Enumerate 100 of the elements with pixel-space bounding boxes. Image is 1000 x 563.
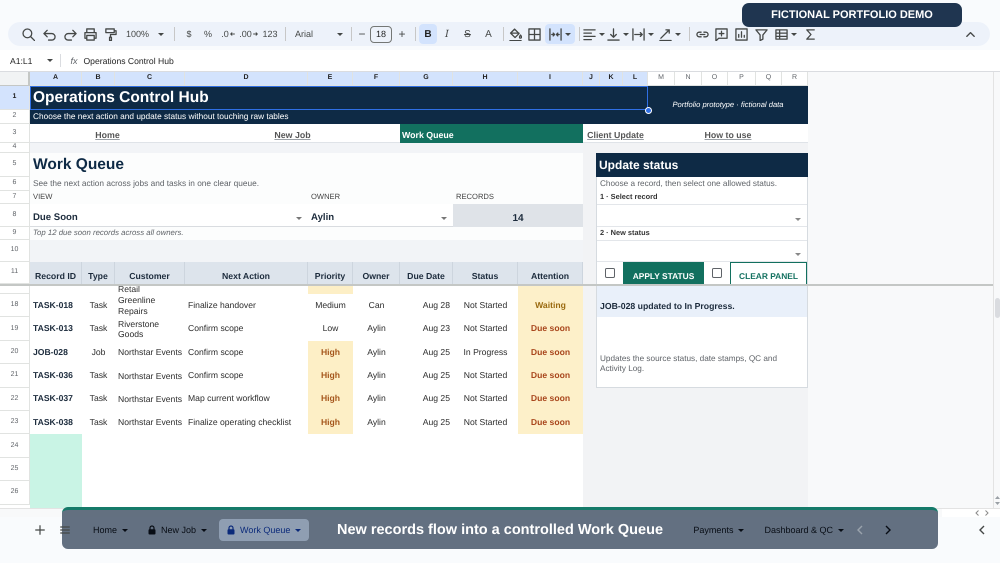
caret-icon xyxy=(795,253,801,256)
panel-note: Updates the source status, date stamps, QC and Activity Log. xyxy=(600,354,778,375)
nav-link[interactable]: How to use xyxy=(704,130,752,140)
status-message: JOB-028 updated to In Progress. xyxy=(597,284,807,318)
caret-icon xyxy=(648,32,654,36)
align-left-icon[interactable] xyxy=(583,28,596,40)
decrease-font-size-button[interactable]: − xyxy=(355,24,369,44)
vertical-scrollbar[interactable] xyxy=(993,72,1000,508)
caret-icon xyxy=(795,218,801,221)
italic-button[interactable]: I xyxy=(437,24,457,44)
increase-decimal-button[interactable]: .00 xyxy=(238,24,259,44)
table-cell: High xyxy=(308,410,353,434)
decrease-decimal-button[interactable]: .0 xyxy=(218,24,238,44)
nav-link[interactable]: Work Queue xyxy=(400,124,583,143)
caret-icon xyxy=(791,32,797,36)
panel-title: Update status xyxy=(596,153,808,177)
sigma-icon[interactable] xyxy=(804,28,816,40)
clear-panel-button[interactable]: CLEAR PANEL xyxy=(730,262,807,284)
sheet-tab[interactable]: New Job xyxy=(140,519,216,542)
number-format-button[interactable]: 123 xyxy=(259,24,281,44)
merge-cells-button[interactable] xyxy=(545,24,575,44)
table-cell: Due soon xyxy=(518,340,583,364)
caret-icon xyxy=(675,32,681,36)
table-header-cell: Due Date xyxy=(400,262,453,284)
chart-icon[interactable] xyxy=(734,28,748,40)
grid-icon[interactable] xyxy=(528,28,540,40)
checkbox[interactable] xyxy=(712,268,722,278)
sheet-tab[interactable]: Dashboard & QC xyxy=(756,519,852,542)
align-bottom-icon[interactable] xyxy=(606,28,620,40)
sheet-subtitle: Choose the next action and update status without touching raw tables xyxy=(33,112,289,122)
menu-icon[interactable] xyxy=(59,524,71,536)
text-color-button[interactable]: A xyxy=(478,24,499,44)
table-cell: Waiting xyxy=(518,294,583,318)
redo-icon[interactable] xyxy=(64,28,76,40)
table-cell: High xyxy=(308,340,353,364)
undo-icon[interactable] xyxy=(42,28,56,40)
print-icon[interactable] xyxy=(84,28,97,40)
horizontal-scrollbar[interactable] xyxy=(942,508,1000,517)
demo-badge: FICTIONAL PORTFOLIO DEMO xyxy=(742,3,962,27)
caret-icon xyxy=(158,32,164,36)
chevron-left-icon[interactable] xyxy=(979,525,985,536)
caret-icon xyxy=(622,32,628,36)
caret-icon xyxy=(738,528,744,532)
cell-range-field[interactable]: A1:L1 xyxy=(10,56,32,66)
caret-icon xyxy=(295,528,302,532)
font-size-field[interactable]: 18 xyxy=(370,26,392,42)
formula-field[interactable]: Operations Control Hub xyxy=(83,50,1000,71)
plus-icon[interactable] xyxy=(34,524,46,536)
caret-icon xyxy=(337,32,343,36)
arrow-to-bar-icon[interactable] xyxy=(632,28,644,40)
strikethrough-button[interactable]: S xyxy=(457,24,478,44)
table-header-cell: Customer xyxy=(115,262,185,284)
nav-link[interactable]: Home xyxy=(95,130,120,140)
checkbox[interactable] xyxy=(605,268,615,278)
caret-icon xyxy=(441,217,447,220)
table-header-cell: Priority xyxy=(308,262,353,284)
table-cell: Due soon xyxy=(518,317,583,341)
paint-roller-icon[interactable] xyxy=(104,28,117,40)
currency-button[interactable]: $ xyxy=(180,24,198,44)
table-header-cell: Type xyxy=(82,262,115,284)
caret-icon xyxy=(296,217,302,220)
sheet-tab[interactable]: Payments xyxy=(685,519,752,542)
table-cell: High xyxy=(308,388,353,411)
diagonal-arrow-icon[interactable] xyxy=(659,28,672,40)
chevron-right-icon[interactable] xyxy=(985,510,989,516)
bold-button[interactable]: B xyxy=(419,24,437,44)
arrow-left-icon xyxy=(230,32,235,36)
comment-icon[interactable] xyxy=(714,28,728,40)
sheet-tab[interactable]: Home xyxy=(85,519,136,542)
table-icon[interactable] xyxy=(775,28,788,40)
sheet-title: Operations Control Hub xyxy=(33,89,209,107)
dropdown-field[interactable] xyxy=(597,240,807,262)
dropdown-field[interactable] xyxy=(597,204,807,227)
caret-icon xyxy=(565,32,571,36)
filter-icon[interactable] xyxy=(755,28,768,40)
percent-button[interactable]: % xyxy=(198,24,218,44)
table-cell: High xyxy=(308,364,353,388)
panel-description: Choose a record, then select one allowed status. xyxy=(600,179,778,189)
table-cell: Due soon xyxy=(518,364,583,388)
font-select[interactable]: Arial xyxy=(289,24,347,44)
paint-bucket-icon[interactable] xyxy=(508,28,522,40)
table-header-cell: Status xyxy=(453,262,518,284)
table-header-cell: Attention xyxy=(518,262,583,284)
apply-status-button[interactable]: APPLY STATUS xyxy=(623,262,704,284)
merge-cells-icon xyxy=(549,28,562,40)
table-cell: Due soon xyxy=(518,388,583,411)
nav-link[interactable]: Client Update xyxy=(587,130,644,140)
search-icon[interactable] xyxy=(22,28,34,40)
chevron-right-icon[interactable] xyxy=(885,525,891,536)
section-description: See the next action across jobs and tasks in one clear queue. xyxy=(33,179,260,189)
caret-icon xyxy=(838,528,844,532)
caret-icon xyxy=(599,32,605,36)
records-count: 14 xyxy=(453,204,583,227)
scrollbar-thumb[interactable] xyxy=(994,298,1000,318)
nav-link[interactable]: New Job xyxy=(274,130,311,140)
zoom-select[interactable]: 100% xyxy=(120,24,168,44)
function-label: fx xyxy=(70,56,78,66)
section-title: Work Queue xyxy=(33,156,124,174)
increase-font-size-button[interactable]: + xyxy=(393,24,411,44)
arrow-right-icon xyxy=(252,32,258,36)
